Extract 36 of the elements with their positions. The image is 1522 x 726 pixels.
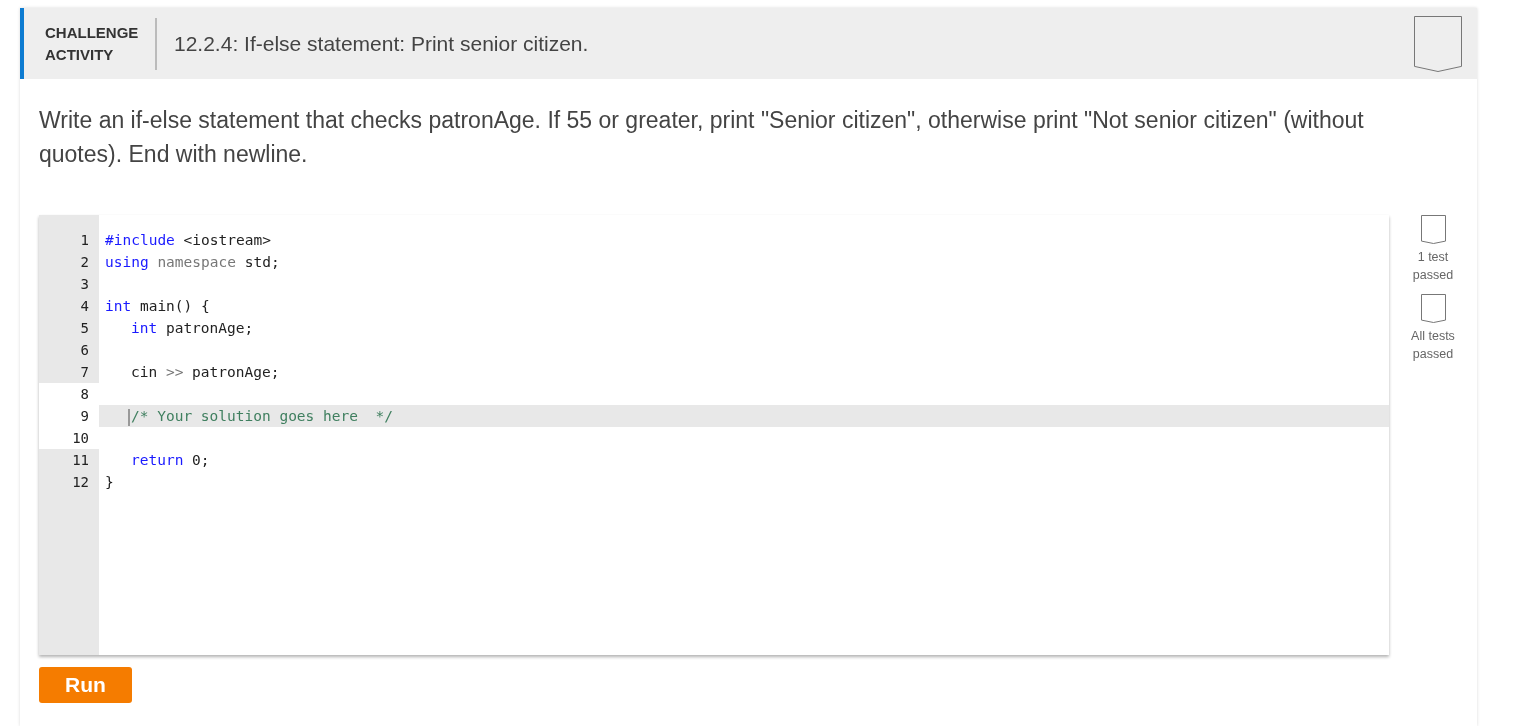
instructions-text: Write an if-else statement that checks patronAge. If 55 or greater, print "Senior citizen", otherwise print "Not senior citizen" (without quotes). End with newline. xyxy=(39,106,1365,169)
code-token: patronAge; xyxy=(164,320,254,336)
run-button[interactable]: Run xyxy=(39,667,132,703)
code-token: /* Your solution goes here */ xyxy=(131,408,393,424)
test-status-label: 1 test passed xyxy=(1411,249,1455,284)
activity-title: 12.2.4: If-else statement: Print senior citizen. xyxy=(174,31,590,56)
line-number: 7 xyxy=(79,363,90,382)
code-token: int xyxy=(131,320,158,336)
code-token: } xyxy=(105,474,114,490)
line-number: 5 xyxy=(79,319,90,338)
line-number: 8 xyxy=(39,383,99,405)
code-token: using xyxy=(105,254,150,270)
code-token: namespace xyxy=(157,254,236,270)
line-number: 9 xyxy=(39,405,99,427)
line-number: 12 xyxy=(71,473,90,492)
code-token: std; xyxy=(243,254,280,270)
code-token: cin xyxy=(131,364,159,380)
line-number: 4 xyxy=(79,297,90,316)
code-token: 0; xyxy=(191,452,210,468)
code-token: #include xyxy=(105,232,175,248)
code-token: <iostream> xyxy=(182,232,271,248)
test-status-label: All tests passed xyxy=(1410,328,1456,363)
activity-label: CHALLENGE xyxy=(45,22,140,43)
line-number: 11 xyxy=(71,451,90,470)
line-number: 10 xyxy=(39,427,99,449)
line-number: 3 xyxy=(79,275,90,294)
line-number: 1 xyxy=(79,231,90,250)
code-token: int xyxy=(105,298,132,314)
code-token: main() { xyxy=(138,298,210,314)
line-number: 2 xyxy=(79,253,90,272)
code-token: >> xyxy=(165,364,184,380)
code-token: return xyxy=(131,452,184,468)
code-token: patronAge; xyxy=(191,364,280,380)
code-editor[interactable]: 1 2 3 4 5 6 7 8 9 10 11 12 #include <iostream> using namespace std; int main() { int patronAge; cin >> patronAge; /* Your solution goes here */ return 0; } xyxy=(39,215,1389,655)
line-number: 6 xyxy=(79,341,90,360)
activity-label: ACTIVITY xyxy=(45,44,115,65)
